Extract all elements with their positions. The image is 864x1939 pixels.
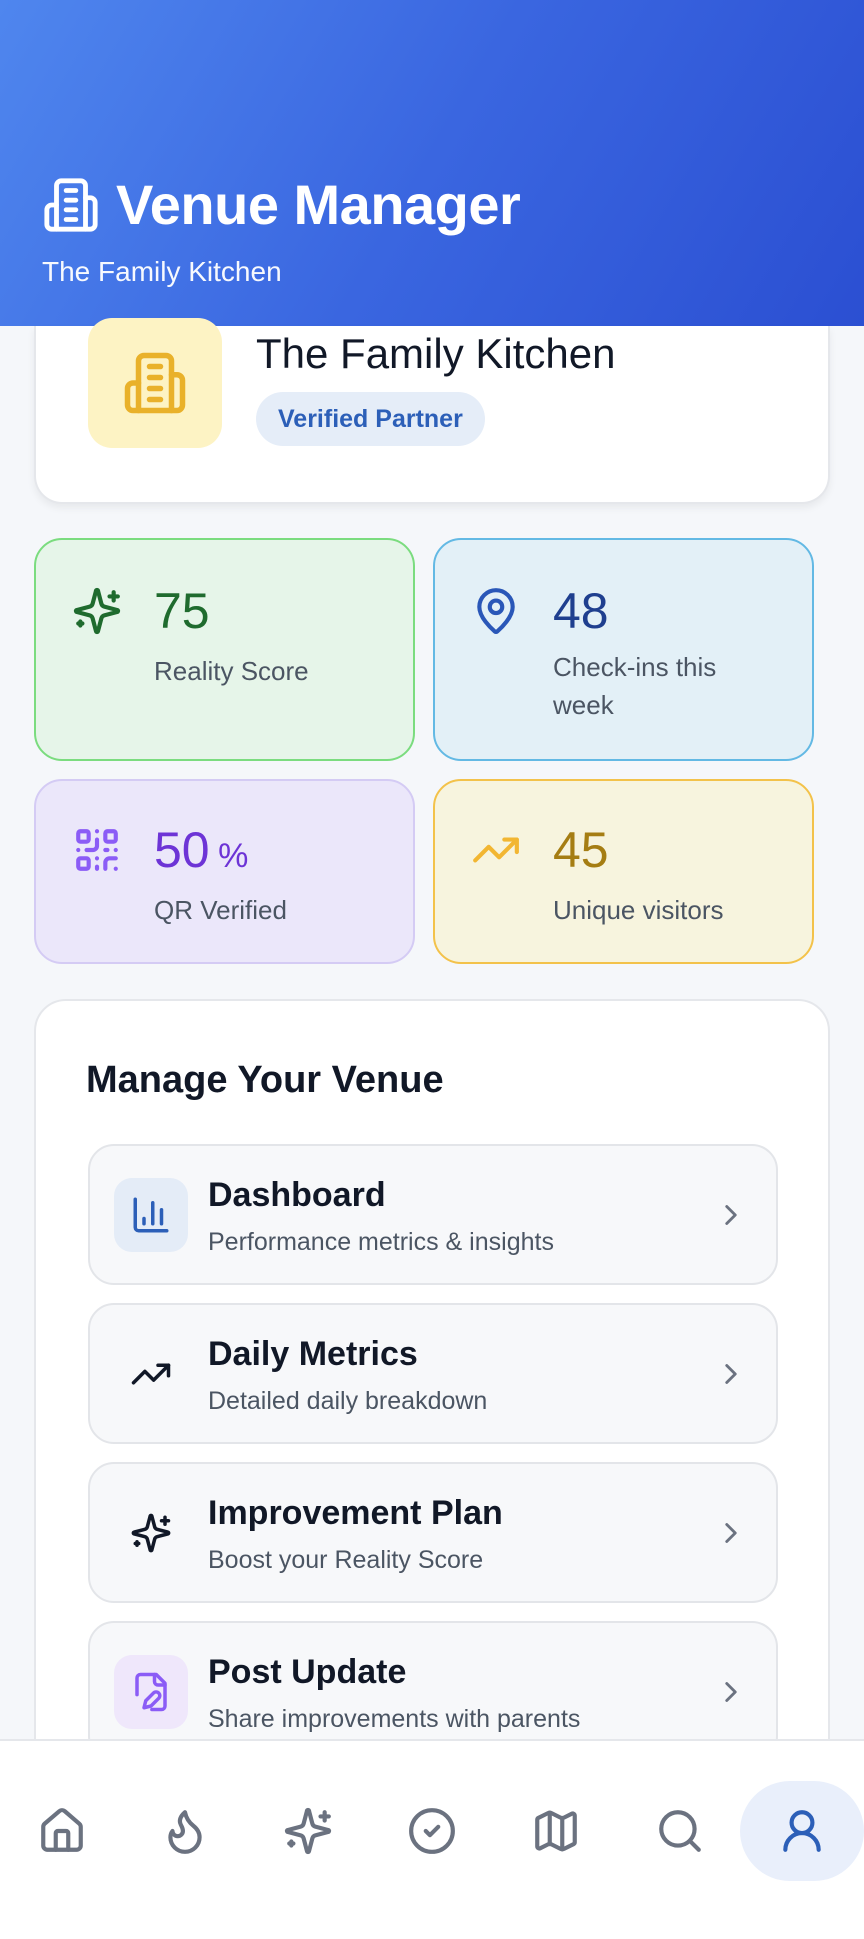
stat-reality-score: 75 Reality Score — [34, 538, 415, 761]
menu-desc: Share improvements with parents — [208, 1705, 581, 1733]
menu-title: Post Update — [208, 1653, 407, 1691]
bottom-nav — [0, 1739, 864, 1939]
section-title: Manage Your Venue — [86, 1059, 444, 1101]
bar-chart-icon — [133, 1197, 169, 1233]
flame-icon — [168, 1810, 202, 1854]
chevron-right-icon — [725, 1364, 737, 1384]
search-icon — [659, 1810, 701, 1852]
stat-label: Unique visitors — [553, 895, 724, 925]
app-header: Venue Manager The Family Kitchen — [0, 0, 864, 326]
menu-desc: Boost your Reality Score — [208, 1546, 484, 1574]
stat-qr-verified: 50 % QR Verified — [34, 779, 415, 964]
menu-item-daily-metrics[interactable]: Daily Metrics Detailed daily breakdown — [88, 1303, 778, 1444]
map-pin-icon — [477, 588, 515, 634]
stat-label: Reality Score — [154, 656, 309, 686]
nav-check[interactable] — [382, 1781, 482, 1881]
nav-profile[interactable] — [740, 1781, 864, 1881]
menu-title: Daily Metrics — [208, 1335, 418, 1373]
stat-label: Check-ins this week — [553, 652, 717, 720]
chevron-right-icon — [725, 1682, 737, 1702]
nav-search[interactable] — [630, 1781, 730, 1881]
menu-icon-wrap — [114, 1178, 188, 1252]
verified-badge: Verified Partner — [256, 392, 485, 446]
sparkles-icon — [284, 1807, 332, 1855]
stat-value-group: 50 % — [154, 821, 248, 879]
trending-up-icon — [473, 837, 519, 863]
home-icon — [41, 1808, 83, 1852]
stat-value: 75 — [154, 583, 210, 639]
page-title: Venue Manager — [116, 173, 521, 236]
venue-card: The Family Kitchen Verified Partner — [34, 318, 830, 504]
chevron-right-icon — [725, 1523, 737, 1543]
user-icon — [783, 1810, 821, 1852]
page-subtitle: The Family Kitchen — [42, 256, 282, 287]
sparkles-icon — [73, 587, 121, 635]
file-edit-icon — [135, 1672, 167, 1712]
building-icon — [124, 352, 186, 414]
menu-desc: Detailed daily breakdown — [208, 1387, 488, 1415]
header-title-row: Venue Manager — [42, 172, 521, 237]
stat-unique-visitors: 45 Unique visitors — [433, 779, 814, 964]
menu-title: Improvement Plan — [208, 1494, 503, 1532]
chevron-right-icon — [725, 1205, 737, 1225]
sparkles-icon — [131, 1513, 171, 1553]
nav-map[interactable] — [506, 1781, 606, 1881]
menu-icon-wrap — [114, 1655, 188, 1729]
menu-item-improvement-plan[interactable]: Improvement Plan Boost your Reality Scor… — [88, 1462, 778, 1603]
building-icon — [44, 177, 98, 232]
map-icon — [535, 1810, 577, 1852]
manage-card: Manage Your Venue Dashboard Performance … — [34, 999, 830, 1799]
stat-value: 45 — [553, 822, 609, 878]
menu-item-dashboard[interactable]: Dashboard Performance metrics & insights — [88, 1144, 778, 1285]
stat-label: QR Verified — [154, 895, 287, 925]
venue-name: The Family Kitchen — [256, 330, 616, 377]
menu-icon-wrap — [114, 1496, 188, 1570]
stat-value: 50 — [154, 822, 210, 878]
nav-trending[interactable] — [135, 1781, 235, 1881]
menu-title: Dashboard — [208, 1176, 386, 1214]
check-circle-icon — [409, 1808, 455, 1854]
venue-avatar — [88, 318, 222, 448]
menu-desc: Performance metrics & insights — [208, 1228, 554, 1256]
trending-up-icon — [131, 1363, 171, 1385]
qr-code-icon — [76, 829, 118, 871]
stat-check-ins: 48 Check-ins this week — [433, 538, 814, 761]
stat-value: 48 — [553, 583, 609, 639]
nav-home[interactable] — [12, 1781, 112, 1881]
nav-sparkles[interactable] — [258, 1781, 358, 1881]
menu-icon-wrap — [114, 1337, 188, 1411]
stat-unit: % — [218, 837, 249, 875]
